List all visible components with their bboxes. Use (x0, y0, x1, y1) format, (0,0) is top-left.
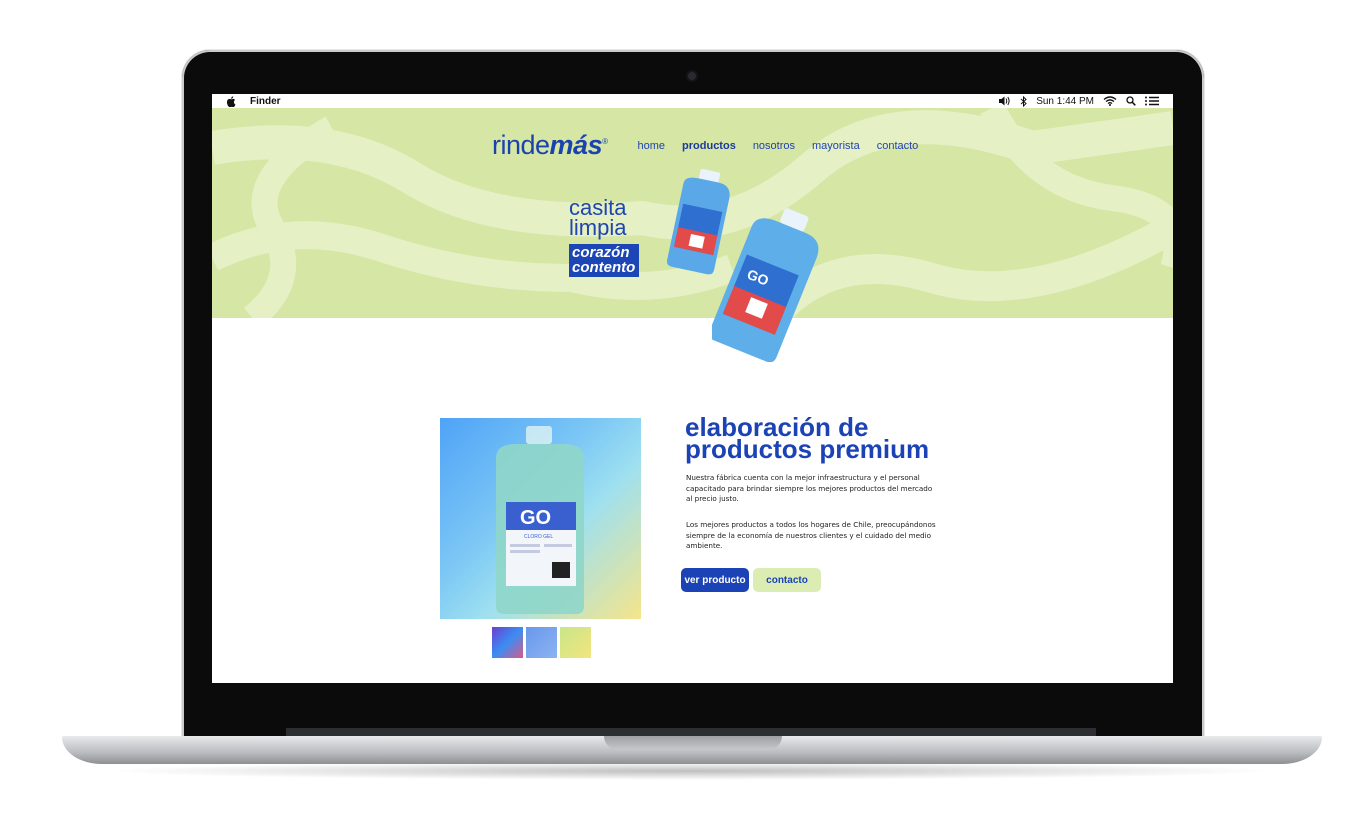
nav-link-nosotros[interactable]: nosotros (753, 140, 795, 152)
product-label-text: CLORO GEL (524, 534, 553, 540)
thumbnail-1[interactable] (492, 627, 523, 658)
hero-tagline-light: casita limpia (569, 195, 627, 240)
thumbnail-2[interactable] (526, 627, 557, 658)
menubar-status-area: Sun 1:44 PM (999, 94, 1159, 108)
laptop-hinge (286, 728, 1096, 736)
nav-link-productos[interactable]: productos (682, 140, 736, 152)
paragraph-2: Los mejores productos a todos los hogare… (686, 520, 936, 550)
product-thumbnails (492, 627, 591, 658)
hero-tagline-bold: corazón contento (569, 244, 640, 277)
list-icon[interactable] (1145, 96, 1159, 106)
contacto-button[interactable]: contacto (753, 568, 821, 592)
laptop-notch (604, 736, 782, 750)
clock-text[interactable]: Sun 1:44 PM (1036, 96, 1094, 107)
product-bottle-illustration: GO CLORO GEL (496, 426, 584, 614)
bluetooth-icon[interactable] (1020, 95, 1027, 107)
finder-menu[interactable]: Finder (250, 96, 281, 107)
product-brand-text: GO (520, 507, 551, 529)
nav-link-contacto[interactable]: contacto (877, 140, 919, 152)
thumbnail-3[interactable] (560, 627, 591, 658)
nav-links: home productos nosotros mayorista contac… (638, 140, 919, 152)
section-heading: elaboración de productos premium (685, 412, 930, 464)
brand-logo[interactable]: rindemás® (492, 130, 608, 161)
nav-link-home[interactable]: home (638, 140, 666, 152)
camera-icon (688, 72, 696, 80)
ver-producto-button[interactable]: ver producto (681, 568, 749, 592)
laptop-shadow (100, 762, 1280, 780)
apple-icon[interactable] (226, 95, 236, 107)
paragraph-1: Nuestra fábrica cuenta con la mejor infr… (686, 473, 933, 503)
screen: Finder Sun 1:44 PM rindemás® home produc… (212, 94, 1173, 683)
search-icon[interactable] (1126, 96, 1136, 106)
volume-icon[interactable] (999, 96, 1011, 106)
main-nav: rindemás® home productos nosotros mayori… (492, 130, 918, 161)
wifi-icon[interactable] (1103, 96, 1117, 106)
nav-link-mayorista[interactable]: mayorista (812, 140, 860, 152)
hero-bottle-large: GO (712, 208, 819, 362)
mac-menubar: Finder Sun 1:44 PM (212, 94, 1173, 108)
product-image[interactable]: GO CLORO GEL (440, 418, 641, 619)
